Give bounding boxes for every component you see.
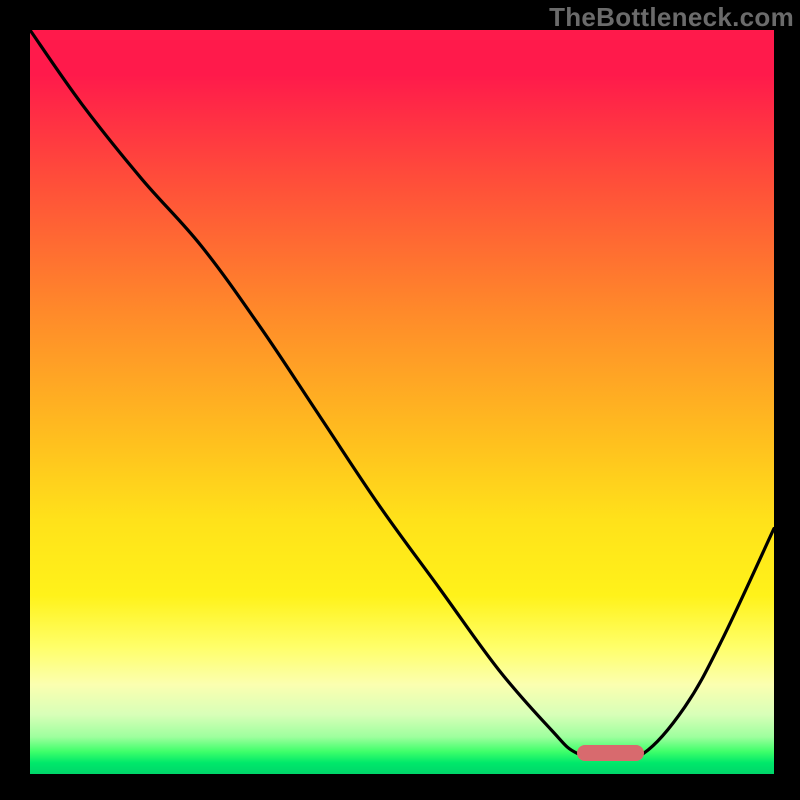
optimal-marker (577, 745, 644, 761)
chart-frame: TheBottleneck.com (0, 0, 800, 800)
watermark-text: TheBottleneck.com (549, 2, 794, 33)
plot-area (30, 30, 774, 774)
bottleneck-curve (30, 30, 774, 774)
